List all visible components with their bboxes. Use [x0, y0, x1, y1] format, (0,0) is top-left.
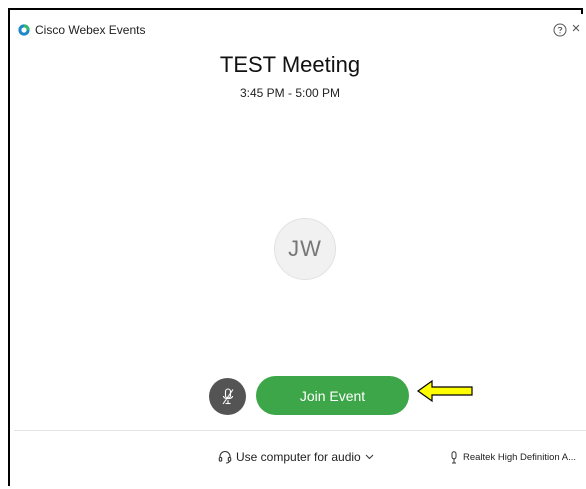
- headset-icon: [218, 451, 232, 464]
- meeting-title: TEST Meeting: [219, 52, 361, 77]
- help-icon[interactable]: [553, 23, 567, 37]
- microphone-muted-icon: [222, 387, 233, 404]
- avatar-initials: JW: [288, 236, 322, 261]
- footer-divider: [14, 430, 586, 431]
- audio-connection-dropdown[interactable]: Use computer for audio: [218, 450, 378, 464]
- app-title: Cisco Webex Events: [35, 23, 146, 37]
- title-bar: Cisco Webex Events ×: [14, 14, 586, 44]
- close-icon[interactable]: ×: [569, 21, 583, 37]
- microphone-device-selector[interactable]: Realtek High Definition A...: [450, 451, 576, 464]
- annotation-arrow-icon: [416, 379, 473, 403]
- webex-logo-icon: [18, 24, 30, 36]
- chevron-down-icon: [365, 454, 374, 460]
- microphone-device-label: Realtek High Definition A...: [463, 452, 577, 463]
- mute-button[interactable]: [209, 378, 246, 415]
- avatar: JW: [274, 218, 336, 280]
- microphone-icon: [451, 451, 457, 464]
- join-event-button[interactable]: Join Event: [256, 376, 409, 415]
- audio-connection-label: Use computer for audio: [236, 450, 361, 464]
- meeting-time: 3:45 PM - 5:00 PM: [239, 86, 341, 100]
- webex-join-window: Cisco Webex Events × TEST Meeting 3:45 P…: [14, 14, 586, 489]
